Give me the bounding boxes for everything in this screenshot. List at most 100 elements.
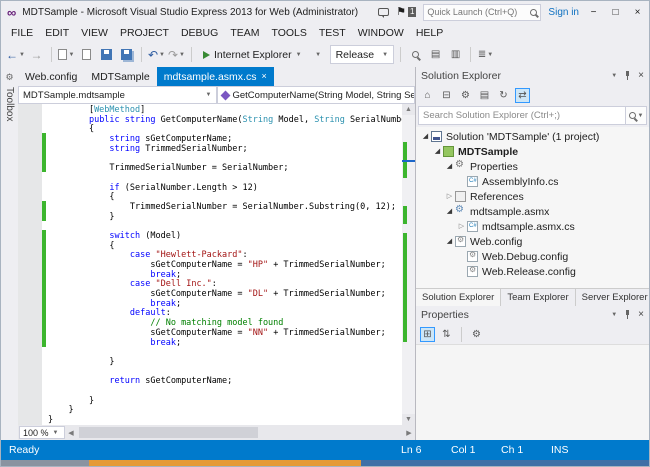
- tree-item-assemblyinfo.cs[interactable]: AssemblyInfo.cs: [416, 174, 649, 189]
- horizontal-scroll-thumb[interactable]: [79, 427, 258, 438]
- menu-tools[interactable]: TOOLS: [265, 25, 312, 41]
- minimize-button[interactable]: −: [586, 7, 601, 18]
- sync-with-active-document-icon[interactable]: ⇄: [515, 88, 530, 103]
- editor-tab-mdtsample.asmx.cs[interactable]: mdtsample.asmx.cs×: [157, 67, 274, 86]
- navigate-back-button[interactable]: ←▼: [6, 46, 25, 64]
- code-line-33[interactable]: }: [48, 416, 402, 425]
- redo-button[interactable]: ↷▼: [168, 46, 185, 64]
- horizontal-scroll-track[interactable]: [77, 425, 403, 440]
- menu-edit[interactable]: EDIT: [39, 25, 75, 41]
- taskbar-segment[interactable]: [361, 460, 649, 466]
- code-line-25[interactable]: break;: [48, 339, 402, 349]
- tree-item-mdtsample.asmx.cs[interactable]: ▷mdtsample.asmx.cs: [416, 219, 649, 234]
- save-all-button[interactable]: [118, 46, 135, 64]
- vertical-scroll-track[interactable]: [402, 115, 415, 414]
- properties-wrench-icon[interactable]: ⚙: [458, 88, 473, 103]
- scroll-down-arrow-icon[interactable]: ▼: [402, 414, 415, 425]
- code-line-32[interactable]: }: [48, 406, 402, 416]
- tree-item-properties[interactable]: ◢Properties: [416, 159, 649, 174]
- close-tab-icon[interactable]: ×: [261, 72, 266, 81]
- menu-team[interactable]: TEAM: [224, 25, 265, 41]
- task-list-button[interactable]: ▥: [447, 46, 464, 64]
- tool-tab-server-explorer[interactable]: Server Explorer: [576, 289, 650, 306]
- output-window-button[interactable]: ▤: [427, 46, 444, 64]
- navigate-forward-button[interactable]: →: [28, 46, 45, 64]
- solution-configuration-dropdown[interactable]: Release ▼: [330, 45, 394, 64]
- member-dropdown[interactable]: GetComputerName(String Model, String Ser…: [217, 86, 416, 104]
- windows-taskbar-sliver[interactable]: [1, 460, 649, 466]
- more-tools-button[interactable]: ≣▼: [477, 46, 494, 64]
- toolbox-tab[interactable]: ⚙ Toolbox: [1, 67, 18, 440]
- new-file-button[interactable]: ▼: [58, 46, 75, 64]
- taskbar-segment[interactable]: [89, 460, 361, 466]
- menu-debug[interactable]: DEBUG: [175, 25, 224, 41]
- tree-item-solution-mdtsample-1-project[interactable]: ◢Solution 'MDTSample' (1 project): [416, 129, 649, 144]
- tool-tab-team-explorer[interactable]: Team Explorer: [501, 289, 575, 306]
- code-line-12[interactable]: }: [48, 213, 402, 223]
- menu-project[interactable]: PROJECT: [114, 25, 175, 41]
- menu-view[interactable]: VIEW: [75, 25, 114, 41]
- close-icon[interactable]: ×: [638, 71, 644, 81]
- solution-explorer-header[interactable]: Solution Explorer ▼ ×: [416, 67, 649, 85]
- taskbar-segment[interactable]: [1, 460, 89, 466]
- refresh-icon[interactable]: ↻: [496, 88, 511, 103]
- close-icon[interactable]: ×: [638, 310, 644, 320]
- window-menu-chevron-icon[interactable]: ▼: [611, 73, 617, 79]
- code-line-31[interactable]: }: [48, 397, 402, 407]
- expanded-arrow-icon[interactable]: ◢: [444, 163, 455, 170]
- collapsed-arrow-icon[interactable]: ▷: [456, 223, 467, 230]
- collapsed-arrow-icon[interactable]: ▷: [444, 193, 455, 200]
- window-menu-chevron-icon[interactable]: ▼: [611, 312, 617, 318]
- tree-item-web.debug.config[interactable]: Web.Debug.config: [416, 249, 649, 264]
- vertical-scrollbar[interactable]: ▲ ▼: [402, 104, 415, 425]
- home-icon[interactable]: ⌂: [420, 88, 435, 103]
- code-line-30[interactable]: [48, 387, 402, 397]
- editor-tab-web.config[interactable]: Web.config: [18, 67, 84, 86]
- debug-target-dropdown[interactable]: ▼: [310, 46, 327, 64]
- code-line-29[interactable]: return sGetComputerName;: [48, 377, 402, 387]
- pin-icon[interactable]: [623, 310, 632, 320]
- expanded-arrow-icon[interactable]: ◢: [432, 148, 443, 155]
- expanded-arrow-icon[interactable]: ◢: [420, 133, 431, 140]
- pin-icon[interactable]: [623, 71, 632, 81]
- zoom-dropdown[interactable]: 100 % ▼: [19, 426, 65, 439]
- properties-header[interactable]: Properties ▼ ×: [416, 306, 649, 324]
- show-all-files-icon[interactable]: ▤: [477, 88, 492, 103]
- categorized-icon[interactable]: ⊞: [420, 327, 435, 342]
- quick-launch-input[interactable]: [427, 7, 527, 17]
- code-line-27[interactable]: }: [48, 358, 402, 368]
- maximize-button[interactable]: □: [608, 7, 623, 18]
- search-button[interactable]: ▼: [625, 106, 647, 125]
- expanded-arrow-icon[interactable]: ◢: [444, 238, 455, 245]
- tree-item-mdtsample[interactable]: ◢MDTSample: [416, 144, 649, 159]
- collapse-all-icon[interactable]: ⊟: [439, 88, 454, 103]
- solution-search-input[interactable]: [418, 106, 625, 125]
- tree-item-mdtsample.asmx[interactable]: ◢mdtsample.asmx: [416, 204, 649, 219]
- open-file-button[interactable]: [78, 46, 95, 64]
- editor-tab-mdtsample[interactable]: MDTSample: [84, 67, 156, 86]
- close-button[interactable]: ×: [630, 7, 645, 18]
- start-debugging-button[interactable]: Internet Explorer ▼: [198, 45, 307, 65]
- tool-tab-solution-explorer[interactable]: Solution Explorer: [416, 289, 501, 306]
- code-text-area[interactable]: [WebMethod] public string GetComputerNam…: [48, 104, 402, 425]
- code-line-7[interactable]: TrimmedSerialNumber = SerialNumber;: [48, 164, 402, 174]
- save-button[interactable]: [98, 46, 115, 64]
- expanded-arrow-icon[interactable]: ◢: [444, 208, 455, 215]
- undo-button[interactable]: ↶▼: [148, 46, 165, 64]
- tree-item-references[interactable]: ▷References: [416, 189, 649, 204]
- notifications[interactable]: ⚑ 1: [396, 7, 416, 18]
- code-line-5[interactable]: string TrimmedSerialNumber;: [48, 145, 402, 155]
- scroll-up-arrow-icon[interactable]: ▲: [402, 104, 415, 115]
- menu-window[interactable]: WINDOW: [352, 25, 410, 41]
- menu-file[interactable]: FILE: [5, 25, 39, 41]
- menu-test[interactable]: TEST: [313, 25, 352, 41]
- feedback-icon[interactable]: [378, 8, 389, 16]
- alphabetical-sort-icon[interactable]: ⇅: [439, 327, 454, 342]
- scroll-right-arrow-icon[interactable]: ▶: [403, 429, 415, 437]
- find-button[interactable]: [407, 46, 424, 64]
- type-dropdown[interactable]: MDTSample.mdtsample ▼: [18, 86, 217, 104]
- scroll-left-arrow-icon[interactable]: ◀: [65, 429, 77, 437]
- property-pages-icon[interactable]: ⚙: [469, 327, 484, 342]
- tree-item-web.release.config[interactable]: Web.Release.config: [416, 264, 649, 279]
- tree-item-web.config[interactable]: ◢Web.config: [416, 234, 649, 249]
